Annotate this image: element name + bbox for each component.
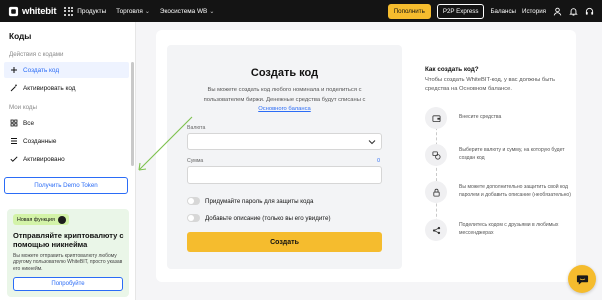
notification-bell-icon[interactable] <box>568 6 578 16</box>
profile-icon[interactable] <box>552 6 562 16</box>
sidebar-item-label: Активировано <box>23 155 65 163</box>
step-protect: Вы можете дополнительно защитить свой ко… <box>425 181 571 203</box>
demo-token-button[interactable]: Получить Demo Token <box>4 177 128 194</box>
logo-mark-icon <box>8 6 19 16</box>
logo-text: whitebit <box>22 5 57 17</box>
nav-products-label: Продукты <box>77 7 107 15</box>
step-text: Вы можете дополнительно защитить свой ко… <box>459 184 571 198</box>
password-toggle[interactable] <box>187 197 200 205</box>
apps-grid-icon[interactable] <box>64 6 74 16</box>
step-text: Поделитесь кодом с друзьями в любимых ме… <box>459 222 559 236</box>
sidebar-item-create-code[interactable]: Создать код <box>4 62 129 78</box>
description-toggle-label: Добавьте описание (только вы его увидите… <box>205 214 331 222</box>
sidebar-item-label: Активировать код <box>23 84 76 92</box>
sidebar-scrollbar[interactable] <box>131 62 134 166</box>
step-choose: Выберите валюту и сумму, на которую буде… <box>425 144 571 166</box>
chevron-down-icon: ⌄ <box>144 8 150 15</box>
sidebar-item-all[interactable]: Все <box>4 115 129 131</box>
badge-icon <box>57 215 66 224</box>
create-button[interactable]: Создать <box>187 232 382 252</box>
sidebar-title: Коды <box>9 31 32 41</box>
coins-icon <box>425 144 447 166</box>
promo-description: Вы можете отправить криптовалюту любому … <box>13 253 123 272</box>
password-toggle-label: Придумайте пароль для защиты кода <box>205 197 314 205</box>
section-label-my-codes: Мои коды <box>9 104 37 111</box>
help-title: Как создать код? <box>425 66 479 73</box>
lock-icon <box>425 181 447 203</box>
balances-link[interactable]: Балансы <box>490 8 516 15</box>
p2p-express-button[interactable]: P2P Express <box>436 3 485 19</box>
currency-label: Валюта <box>187 125 206 131</box>
history-link[interactable]: История <box>522 8 546 15</box>
password-toggle-row[interactable]: Придумайте пароль для защиты кода <box>187 197 313 205</box>
nav-ecosystem-label: Экосистема WB <box>159 7 208 15</box>
new-feature-badge: Новая функция <box>13 214 69 225</box>
steps-connector <box>436 117 437 232</box>
share-icon <box>425 219 447 241</box>
sidebar: Коды Действия с кодами Создать код Актив… <box>0 22 136 300</box>
chat-bubble-icon <box>576 274 588 285</box>
amount-max-value[interactable]: 0 <box>377 158 380 164</box>
section-label-actions: Действия с кодами <box>9 51 64 58</box>
chevron-down-icon: ⌄ <box>209 8 215 15</box>
sidebar-item-label: Созданные <box>23 137 57 145</box>
nav-products[interactable]: Продукты <box>77 8 106 15</box>
nav-trading-label: Торговля <box>116 7 143 15</box>
wallet-icon <box>425 107 447 129</box>
top-right-actions: Пополнить P2P Express Балансы История <box>387 3 594 19</box>
support-chat-button[interactable] <box>568 265 596 293</box>
logo[interactable]: whitebit <box>8 6 56 17</box>
promo-title: Отправляйте криптовалюту с помощью никне… <box>13 231 124 249</box>
currency-select[interactable] <box>187 133 382 150</box>
support-headset-icon[interactable] <box>584 6 594 16</box>
description-toggle-row[interactable]: Добавьте описание (только вы его увидите… <box>187 214 331 222</box>
sidebar-item-created[interactable]: Созданные <box>4 133 129 149</box>
wand-icon <box>10 84 17 92</box>
chevron-down-icon <box>368 139 376 144</box>
amount-input[interactable] <box>187 166 382 184</box>
help-description: Чтобы создать WhiteBIT-код, у вас должны… <box>425 77 556 93</box>
amount-label: Сумма <box>187 158 204 164</box>
step-text: Выберите валюту и сумму, на которую буде… <box>459 147 565 161</box>
plus-icon <box>11 67 17 73</box>
promo-card: Новая функция Отправляйте криптовалюту с… <box>7 209 129 297</box>
step-text: Внесите средства <box>459 114 502 121</box>
nav-trading[interactable]: Торговля ⌄ <box>116 8 150 15</box>
grid-icon <box>10 119 18 127</box>
main-balance-link[interactable]: Основного баланса <box>258 106 311 112</box>
badge-label: Новая функция <box>17 216 55 223</box>
form-description: Вы можете создать код любого номинала и … <box>195 86 374 115</box>
create-code-form: Создать код Вы можете создать код любого… <box>167 45 402 269</box>
step-share: Поделитесь кодом с друзьями в любимых ме… <box>425 219 571 241</box>
form-description-text: Вы можете создать код любого номинала и … <box>203 87 366 103</box>
nav-ecosystem[interactable]: Экосистема WB ⌄ <box>160 8 214 15</box>
sidebar-item-label: Все <box>23 119 35 127</box>
sidebar-item-activated[interactable]: Активировано <box>4 151 129 167</box>
form-title: Создать код <box>250 67 319 79</box>
try-button[interactable]: Попробуйте <box>13 277 123 291</box>
description-toggle[interactable] <box>187 214 200 222</box>
top-navigation-bar: whitebit Продукты Торговля ⌄ Экосистема … <box>0 0 602 22</box>
sidebar-item-label: Создать код <box>23 66 60 74</box>
check-icon <box>10 156 18 162</box>
step-deposit: Внесите средства <box>425 107 571 129</box>
list-icon <box>11 138 17 144</box>
deposit-button[interactable]: Пополнить <box>387 3 431 19</box>
sidebar-item-activate-code[interactable]: Активировать код <box>4 80 129 96</box>
